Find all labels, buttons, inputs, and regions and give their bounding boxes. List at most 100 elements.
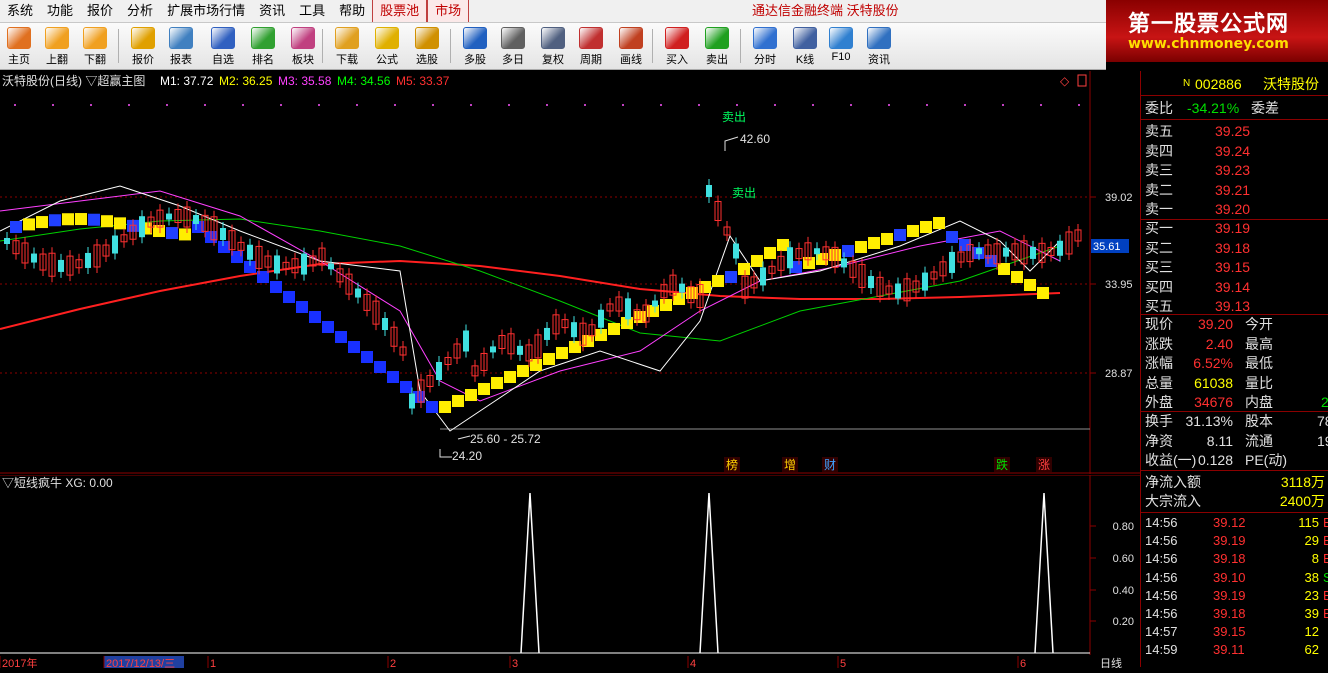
toolbar-button-6[interactable]: 排名 bbox=[244, 25, 282, 67]
toolbar-label: F10 bbox=[831, 51, 851, 63]
candle-body bbox=[1057, 240, 1063, 256]
price-tick: 39.02 bbox=[1105, 192, 1133, 204]
arrow-up-icon bbox=[45, 27, 69, 49]
indicator-chart[interactable]: ▽短线疯牛 XG: 0.00 0.80 0.60 0.40 0.20 bbox=[0, 474, 1140, 655]
tick-volume: 115 bbox=[1298, 515, 1319, 530]
window-toggle-icon[interactable] bbox=[1077, 74, 1087, 87]
trend-ribbon-block bbox=[738, 263, 750, 275]
tick-price: 39.19 bbox=[1213, 533, 1246, 549]
toolbar-button-4[interactable]: 报表 bbox=[162, 25, 200, 67]
toolbar-separator bbox=[652, 29, 653, 63]
signal-dot bbox=[52, 104, 54, 106]
candle-body bbox=[463, 330, 469, 352]
signal-dot bbox=[622, 104, 624, 106]
signal-dot bbox=[698, 104, 700, 106]
toolbar-button-16[interactable]: 买入 bbox=[658, 25, 696, 67]
tick-volume: 62 bbox=[1304, 642, 1319, 658]
pen-icon bbox=[619, 27, 643, 49]
tick-volume: 23 bbox=[1304, 587, 1319, 603]
toolbar-button-3[interactable]: 报价 bbox=[124, 25, 162, 67]
stat2-value: 8.11 bbox=[1206, 432, 1233, 449]
trend-ribbon-block bbox=[998, 263, 1010, 275]
tick-time: 14:59 bbox=[1145, 642, 1178, 658]
download-icon bbox=[335, 27, 359, 49]
menu-item-1[interactable]: 功能 bbox=[40, 0, 80, 22]
quote-panel: N 002886 沃特股份 委比 -34.21% 委差 卖五 39.25 卖四 39.24 卖三 39… bbox=[1140, 71, 1328, 667]
tick-side: B bbox=[1323, 533, 1328, 549]
ma1-line bbox=[0, 185, 1061, 432]
candle-body bbox=[247, 244, 253, 260]
weidiff-label: 委差 bbox=[1251, 100, 1279, 116]
candle-body bbox=[139, 216, 145, 238]
menu-tab-1[interactable]: 市场 bbox=[427, 0, 470, 22]
trend-ribbon-block bbox=[764, 247, 776, 259]
menu-item-6[interactable]: 工具 bbox=[292, 0, 332, 22]
toolbar-button-10[interactable]: 选股 bbox=[408, 25, 446, 67]
tick-row-3: 14:56 39.10 38 S bbox=[1145, 569, 1328, 587]
sub-tick: 0.40 bbox=[1113, 585, 1134, 597]
signal-dot bbox=[1078, 104, 1080, 106]
candle-body bbox=[652, 300, 658, 307]
menu-item-3[interactable]: 分析 bbox=[120, 0, 160, 22]
toolbar-button-7[interactable]: 板块 bbox=[284, 25, 322, 67]
toolbar-button-13[interactable]: 复权 bbox=[534, 25, 572, 67]
trend-ribbon-block bbox=[49, 214, 61, 227]
main-kline-chart[interactable]: 沃特股份(日线) ▽超赢主图 M1: 37.72 M2: 36.25 M3: 35.5… bbox=[0, 71, 1140, 474]
sub-tick: 0.20 bbox=[1113, 616, 1134, 628]
trend-ribbon-block bbox=[725, 271, 737, 283]
menu-item-7[interactable]: 帮助 bbox=[332, 0, 372, 22]
toolbar-button-14[interactable]: 周期 bbox=[572, 25, 610, 67]
menu-tab-0[interactable]: 股票池 bbox=[372, 0, 428, 22]
toolbar-button-9[interactable]: 公式 bbox=[368, 25, 406, 67]
period-label: 日线 bbox=[1100, 656, 1122, 668]
signal-dot bbox=[546, 104, 548, 106]
toolbar-button-5[interactable]: 自选 bbox=[204, 25, 242, 67]
menu-item-0[interactable]: 系统 bbox=[0, 0, 40, 22]
stat2-value: 31.13% bbox=[1185, 413, 1233, 429]
toolbar-button-21[interactable]: 资讯 bbox=[860, 25, 898, 67]
stat2-label2: 股本 bbox=[1245, 413, 1273, 429]
sell-icon bbox=[705, 27, 729, 49]
toolbar-button-0[interactable]: 主页 bbox=[0, 25, 38, 67]
menu-item-2[interactable]: 报价 bbox=[80, 0, 120, 22]
home-icon bbox=[7, 27, 31, 49]
toolbar-button-20[interactable]: F10 bbox=[822, 25, 860, 67]
buy-icon bbox=[665, 27, 689, 49]
tick-time: 14:57 bbox=[1145, 624, 1178, 640]
candle-body bbox=[1030, 246, 1036, 259]
trend-ribbon-block bbox=[348, 341, 360, 353]
toolbar-label: 多股 bbox=[464, 54, 486, 66]
menu-item-5[interactable]: 资讯 bbox=[252, 0, 292, 22]
menu-item-4[interactable]: 扩展市场行情 bbox=[160, 0, 252, 22]
toolbar-button-8[interactable]: 下载 bbox=[328, 25, 366, 67]
trend-ribbon-block bbox=[478, 383, 490, 395]
toolbar-button-1[interactable]: 上翻 bbox=[38, 25, 76, 67]
toolbar-button-11[interactable]: 多股 bbox=[456, 25, 494, 67]
sell-level-1: 卖四 39.24 bbox=[1145, 142, 1328, 160]
toolbar-button-15[interactable]: 画线 bbox=[612, 25, 650, 67]
trend-ribbon-block bbox=[712, 275, 724, 287]
flow-row-0: 净流入额 3118万 bbox=[1145, 473, 1328, 491]
sell-level-label: 卖二 bbox=[1145, 181, 1173, 198]
toolbar-label: 分时 bbox=[754, 54, 776, 66]
buy-level-1: 买二 39.18 bbox=[1145, 239, 1328, 257]
toolbar-button-18[interactable]: 分时 bbox=[746, 25, 784, 67]
toolbar-button-17[interactable]: 卖出 bbox=[698, 25, 736, 67]
trend-ribbon-block bbox=[218, 241, 230, 253]
trend-ribbon-block bbox=[465, 389, 477, 401]
tick-time: 14:56 bbox=[1145, 587, 1178, 603]
toolbar-button-19[interactable]: K线 bbox=[786, 25, 824, 67]
candle-body bbox=[328, 263, 334, 270]
event-marker-0: 榜 bbox=[726, 457, 738, 472]
tick-time: 14:56 bbox=[1145, 551, 1178, 567]
stock-header: N 002886 沃特股份 bbox=[1145, 75, 1328, 93]
toolbar-label: 选股 bbox=[416, 54, 438, 66]
toolbar-button-12[interactable]: 多日 bbox=[494, 25, 532, 67]
sell-level-price: 39.20 bbox=[1215, 201, 1251, 217]
candle-body bbox=[841, 258, 847, 268]
signal-dot bbox=[204, 104, 206, 106]
toolbar-button-2[interactable]: 下翻 bbox=[76, 25, 114, 67]
tick-volume: 8 bbox=[1311, 551, 1319, 567]
tick-side: B bbox=[1323, 606, 1328, 621]
signal-dot bbox=[166, 104, 168, 106]
